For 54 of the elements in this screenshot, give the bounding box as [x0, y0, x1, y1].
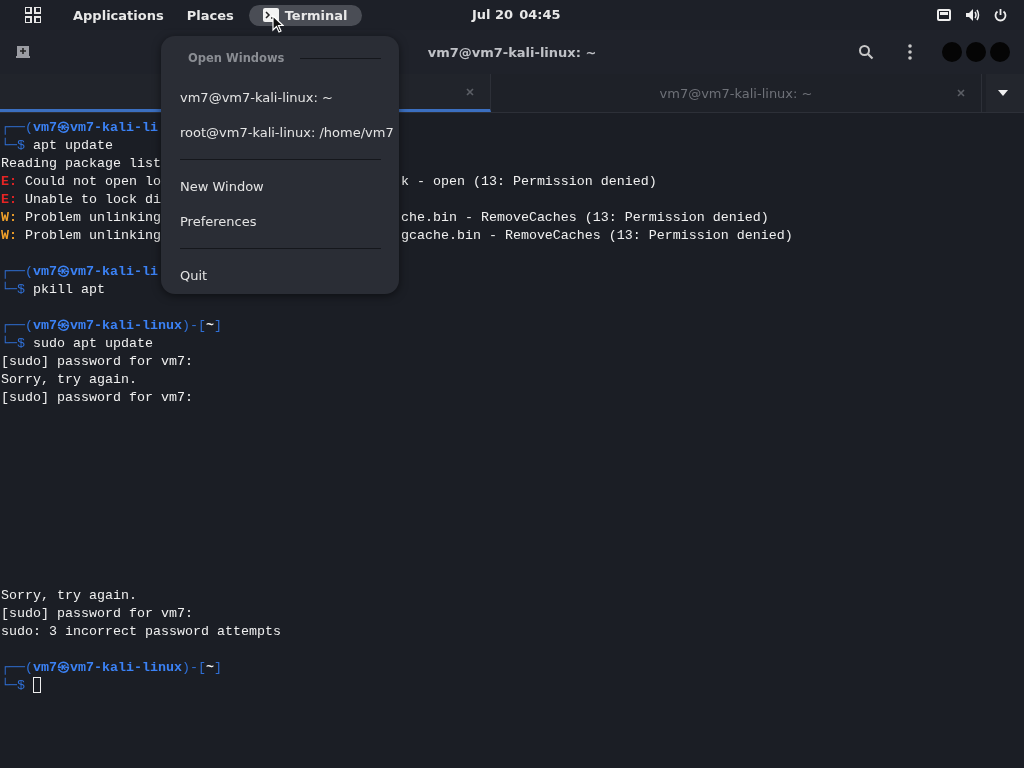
mouse-pointer-icon: [272, 15, 284, 33]
output-line: Reading package list: [1, 155, 161, 173]
text-cursor: [33, 677, 41, 693]
command-text: apt update: [33, 137, 113, 155]
message-prefix: E:: [1, 174, 17, 189]
close-icon[interactable]: [466, 87, 474, 96]
prompt-symbol: └─$: [1, 137, 25, 155]
output-line: Sorry, try again.: [1, 587, 137, 605]
prompt-symbol: └─$: [1, 677, 25, 695]
command-text: pkill apt: [33, 281, 105, 299]
output-line: Could not open lo: [25, 174, 161, 189]
output-line: Problem unlinking: [25, 228, 161, 243]
message-prefix: W:: [1, 228, 17, 243]
output-line: gcache.bin - RemoveCaches (13: Permission denied): [400, 227, 793, 245]
power-icon[interactable]: [994, 8, 1007, 22]
window-title: vm7@vm7-kali-linux: ~: [427, 44, 597, 60]
prompt-line: ┌──(vm7㉿vm7-kali-li: [1, 263, 158, 281]
clock-time[interactable]: 04:45: [519, 7, 561, 22]
prompt-line: ┌──(vm7㉿vm7-kali-linux)-[~]: [1, 317, 222, 335]
tabs-dropdown-button[interactable]: [986, 74, 1024, 112]
app-grid-icon[interactable]: [25, 7, 41, 23]
output-line: k - open (13: Permission denied): [400, 173, 657, 191]
menu-icon[interactable]: [908, 44, 912, 60]
output-line: [sudo] password for vm7:: [1, 353, 193, 371]
clock-date[interactable]: Jul 20: [472, 7, 514, 22]
search-icon[interactable]: [858, 44, 874, 60]
menu-item[interactable]: vm7@vm7-kali-linux: ~: [161, 80, 399, 115]
network-icon[interactable]: [937, 9, 951, 21]
places-menu[interactable]: Places: [186, 7, 234, 23]
prompt-symbol: └─$: [1, 335, 25, 353]
section-heading: Open Windows: [188, 51, 285, 65]
menu-item[interactable]: New Window: [161, 169, 399, 204]
output-line: Problem unlinking: [25, 210, 161, 225]
message-prefix: E:: [1, 192, 17, 207]
menu-item[interactable]: Preferences: [161, 204, 399, 239]
prompt-line: ┌──(vm7㉿vm7-kali-li: [1, 119, 158, 137]
close-icon[interactable]: [957, 89, 965, 97]
output-line: Sorry, try again.: [1, 371, 137, 389]
menu-item[interactable]: Quit: [161, 258, 399, 293]
menu-item[interactable]: root@vm7-kali-linux: /home/vm7: [161, 115, 399, 150]
applications-menu[interactable]: Applications: [73, 7, 164, 23]
output-line: che.bin - RemoveCaches (13: Permission denied): [400, 209, 769, 227]
output-line: Unable to lock di: [25, 192, 161, 207]
prompt-symbol: └─$: [1, 281, 25, 299]
volume-icon[interactable]: [965, 8, 980, 22]
output-line: sudo: 3 incorrect password attempts: [1, 623, 281, 641]
terminal-app-menu[interactable]: Terminal: [248, 4, 362, 26]
new-tab-icon[interactable]: [16, 46, 30, 58]
prompt-line: ┌──(vm7㉿vm7-kali-linux)-[~]: [1, 659, 222, 677]
output-line: [sudo] password for vm7:: [1, 605, 193, 623]
command-text: sudo apt update: [33, 335, 153, 353]
caret-icon: [998, 90, 1008, 96]
output-line: [sudo] password for vm7:: [1, 389, 193, 407]
message-prefix: W:: [1, 210, 17, 225]
